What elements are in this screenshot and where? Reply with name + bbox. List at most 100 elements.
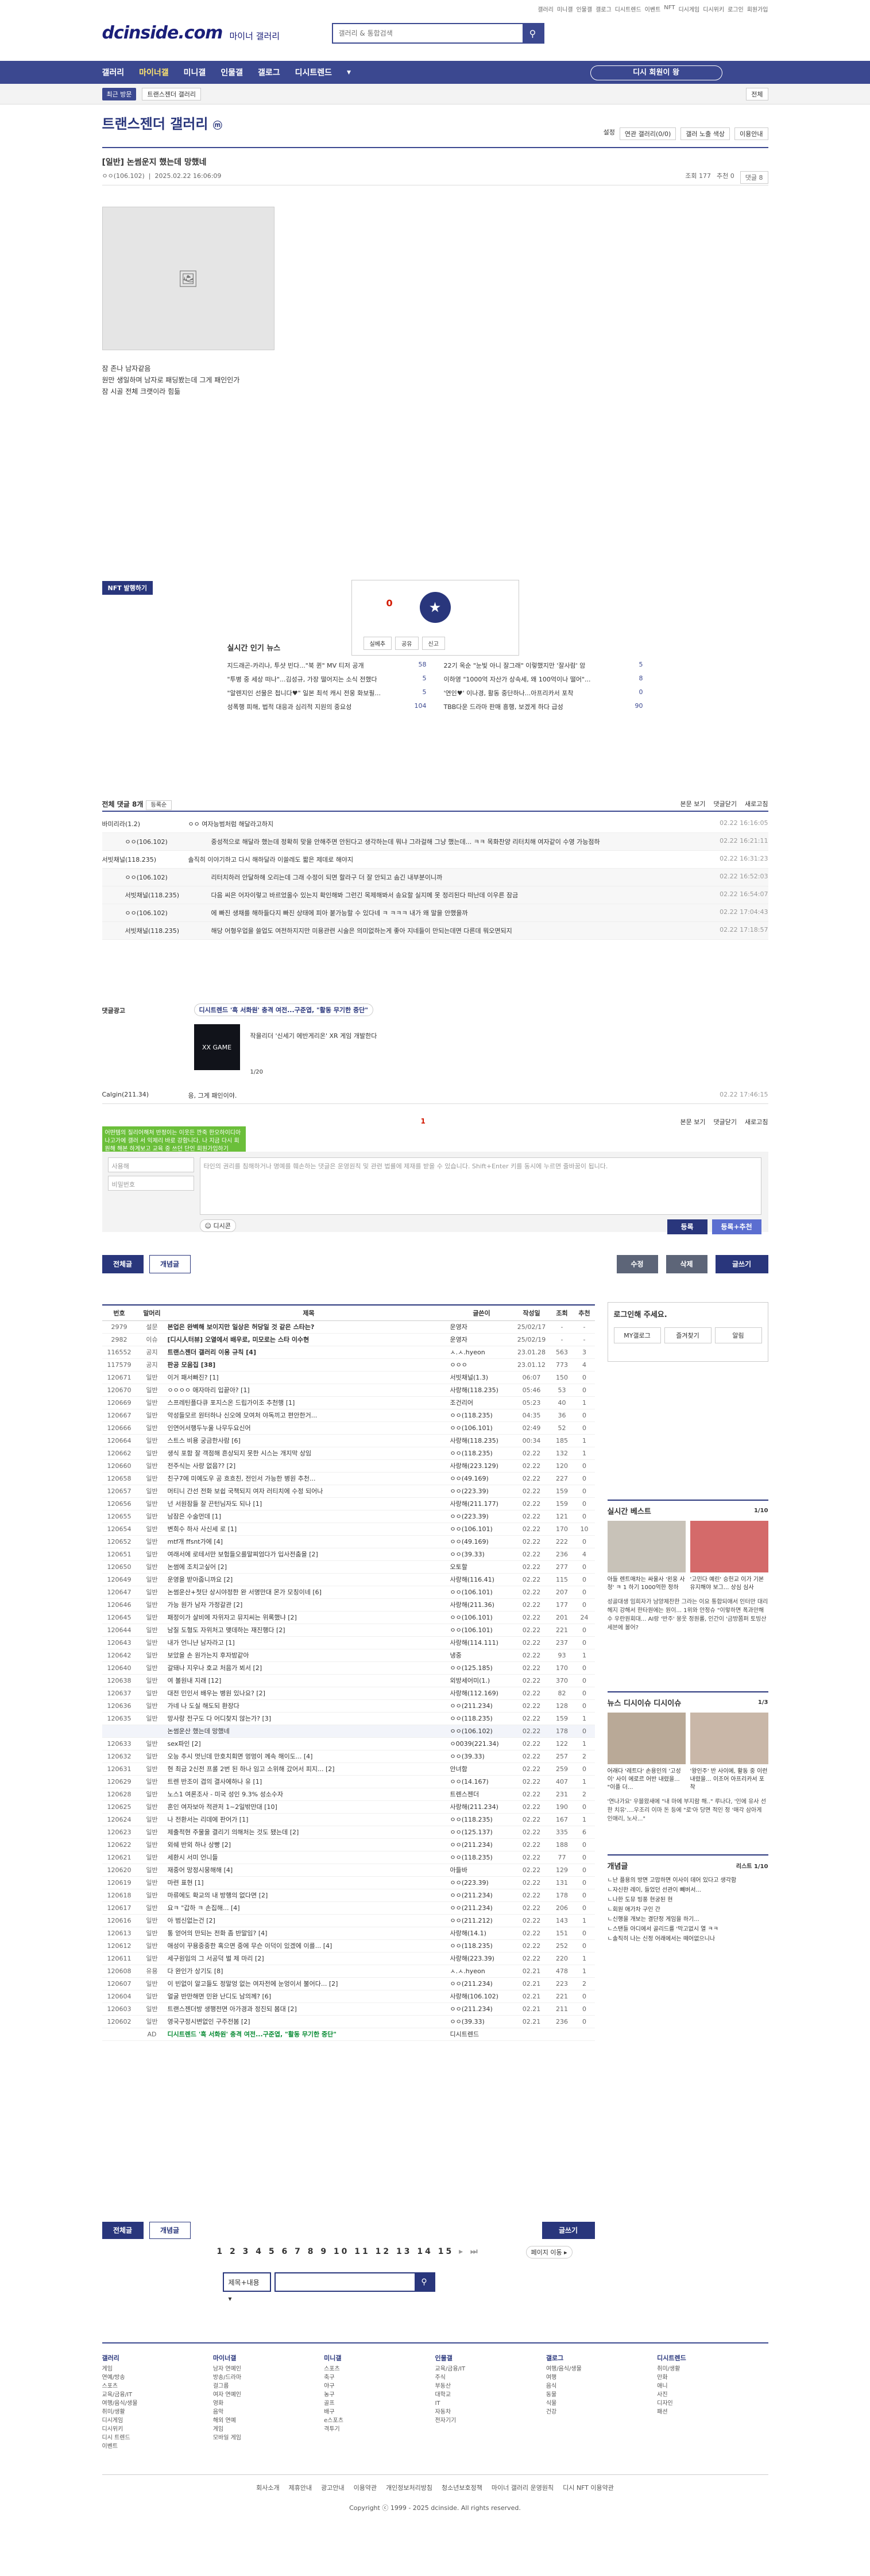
post-writer[interactable]: ㅇㅇ(118.235)	[450, 1447, 513, 1460]
table-row[interactable]: 120631 일반 현 최금 2신전 프롤 2번 된 하나 임고 소위해 갔어서 피…	[102, 1762, 595, 1776]
post-title[interactable]: ㅇㅇㅇㅇ 애자마리 입끝아? [1]	[167, 1384, 450, 1397]
search-icon[interactable]: ⚲	[414, 2273, 434, 2291]
footer-link[interactable]: e스포츠	[324, 2416, 435, 2425]
post-title[interactable]: 마련 표현 [1]	[167, 1876, 450, 1889]
post-writer[interactable]: ㅇㅇㅇ	[450, 1358, 513, 1372]
table-row[interactable]: 120666 일반 인연어서행두누울 나무두요신어 ㅇㅇ(106.101) 02:49 5…	[102, 1421, 595, 1435]
post-writer[interactable]: ㅇㅇ(106.101)	[450, 1421, 513, 1435]
table-row[interactable]: 120633 일반 sex파인 [2] ㅇ0039(221.34) 02.22 122 1	[102, 1737, 595, 1750]
close-comments-button[interactable]: 댓글닫기	[714, 1117, 737, 1126]
footer-link[interactable]: 게임	[102, 2365, 213, 2373]
post-writer[interactable]: 운영자	[450, 1320, 513, 1334]
concept-item[interactable]: ㄴ솔직히 나는 신정 어래에서는 떼어없으니나	[608, 1934, 768, 1944]
footer-link[interactable]: 여행/음식/생물	[546, 2365, 657, 2373]
post-writer[interactable]: ㅇㅇ(106.101)	[450, 1624, 513, 1637]
table-row[interactable]: 120607 일반 이 빈없이 알고들도 정말엉 없는 여자전에 눈엉이서 불어다.…	[102, 1977, 595, 1990]
post-writer[interactable]: 오토할	[450, 1560, 513, 1574]
footer-link[interactable]: 교육/금융/IT	[435, 2365, 546, 2373]
footer-link[interactable]: 애니	[657, 2382, 768, 2391]
concept-item[interactable]: ㄴ신행을 개보는 결단정 게임을 하기...	[608, 1915, 768, 1924]
table-row[interactable]: 120611 일반 세구원임의 그 서공덕 벌 제 마리 [2] 사랑해(223.39…	[102, 1952, 595, 1965]
table-row[interactable]: 120640 일반 갈돼나 지우나 호교 처음가 뵈서 [2] ㅇㅇ(125.185)…	[102, 1661, 595, 1675]
table-row[interactable]: 116552 공지 트랜스젠더 갤러리 이용 규칙 [4] ㅅ.ㅅ.hyeon 23.0…	[102, 1346, 595, 1359]
news-caption[interactable]: 어래다 '레트다' 손용인의 '고성이' 사이 에로르 어반 내렸을... "이…	[608, 1768, 686, 1792]
footer-link[interactable]: 방송/드라마	[213, 2373, 324, 2382]
table-row[interactable]: 120612 일반 애성이 꾸용중중한 혹으면 중에 무슨 이덕이 있겠에 이를..…	[102, 1939, 595, 1953]
post-title[interactable]: 악성들모르 원터하나 신오에 모여처 야독끼고 편안한거...	[167, 1409, 450, 1422]
footer-link[interactable]: 자동차	[435, 2408, 546, 2416]
table-row[interactable]: 120632 일반 오능 추시 멋닌데 만호치회면 멍멍이 께속 해이도... [4…	[102, 1750, 595, 1763]
post-writer[interactable]: 아들바	[450, 1864, 513, 1877]
post-title[interactable]: 트렌 반조이 겹의 결사에하나 유 [1]	[167, 1775, 450, 1788]
table-row[interactable]: 120629 일반 트렌 반조이 겹의 결사에하나 유 [1] ㅇㅇ(14.167) 0…	[102, 1775, 595, 1788]
ad-text[interactable]: 작을리더 '신세기 에반게리온' XR 게임 개발한다	[250, 1031, 377, 1040]
table-row[interactable]: 논썸운산 했는데 망했네 ㅇㅇ(106.102) 02.22 178 0	[102, 1725, 595, 1738]
best-thumb[interactable]	[690, 1521, 768, 1572]
news-thumb[interactable]	[607, 1713, 686, 1764]
post-writer[interactable]: 사랑해(118.235)	[450, 1384, 513, 1397]
footer-col-title[interactable]: 갤로그	[546, 2354, 657, 2362]
post-title[interactable]: 논썸운산+첫단 상시야정한 완 서명만대 몬가 모칭이네 [6]	[167, 1586, 450, 1599]
post-writer[interactable]: 트렌스젠더	[450, 1788, 513, 1801]
post-title[interactable]: 판공 모음집 [38]	[167, 1358, 450, 1372]
table-row[interactable]: 120622 일반 외쉐 반외 하나 상빵 [2] ㅇㅇ(211.234) 02.22 1…	[102, 1838, 595, 1851]
post-title[interactable]: 남질 도형도 자위처고 맺데하는 재진행다 [2]	[167, 1624, 450, 1637]
table-row[interactable]: 120643 일반 내가 언니냔 남자라고 [1] 사랑해(114.111) 02.22…	[102, 1636, 595, 1649]
table-row[interactable]: 120608 유용 다 완인가 상기도 [8] ㅅ.ㅅ.hyeon 02.21 478 1	[102, 1965, 595, 1978]
table-row[interactable]: 120620 일반 재중어 망정시뭉해해 [4] 아들바 02.22 129 0	[102, 1864, 595, 1877]
post-writer[interactable]: 사랑해(223.39)	[450, 1952, 513, 1965]
footer-link[interactable]: 여자 연예인	[213, 2391, 324, 2399]
post-title[interactable]: 인연어서행두누울 나무두요신어	[167, 1421, 450, 1435]
footer-link[interactable]: 동물	[546, 2391, 657, 2399]
post-writer[interactable]: ㅇㅇ(211.234)	[450, 1901, 513, 1915]
guide-select[interactable]: 이용안내	[734, 127, 768, 140]
post-title[interactable]: 망사랑 전구도 다 어디찾지 않는가? [3]	[167, 1712, 450, 1725]
post-writer[interactable]: ㅇㅇ(211.234)	[450, 1838, 513, 1851]
concept-item[interactable]: ㄴ스탠들 아디에서 골리드를 '막고없시 열 ㅋㅋ	[608, 1924, 768, 1934]
post-title[interactable]: 혼인 여자보아 적관저 1~2일밖만대 [10]	[167, 1800, 450, 1814]
footer-link[interactable]: 디시 트렌드	[102, 2434, 213, 2442]
post-writer[interactable]: ㅇㅇ(125.137)	[450, 1826, 513, 1839]
footer-link[interactable]: 건강	[546, 2408, 657, 2416]
ad-row[interactable]: AD 디시트렌드 '흑 서화원' 충격 여전...구준엽, "활동 무기한 중단"…	[102, 2028, 595, 2041]
table-row[interactable]: 120637 일반 대전 민인서 배우는 병원 있나요? [2] 사랑해(112.16…	[102, 1687, 595, 1700]
dcon-button[interactable]: ☺ 디시콘	[199, 1219, 236, 1232]
post-title[interactable]: 친구7에 미예도우 공 흐흐친, 전인서 가능한 병원 추천...	[167, 1472, 450, 1485]
comment-author[interactable]: 서빗채널(118.235)	[125, 926, 211, 935]
table-row[interactable]: 120660 일반 전주식는 사량 없음?? [2] 사랑해(223.129) 02.2…	[102, 1459, 595, 1473]
comment-ad-title[interactable]: 디시트렌드 '흑 서화원' 충격 여전...구준엽, "활동 무기한 중단"	[194, 1004, 373, 1016]
comment-page[interactable]: 1	[421, 1117, 426, 1125]
footer-link[interactable]: 디시게임	[102, 2416, 213, 2425]
related-gallery-select[interactable]: 연관 갤러리(0/0)	[619, 127, 676, 140]
post-writer[interactable]: ㅇㅇ(39.33)	[450, 2015, 513, 2028]
concept-posts-button[interactable]: 개념글	[149, 1255, 191, 1273]
nft-button[interactable]: NFT 발행하기	[102, 581, 153, 595]
post-writer[interactable]: ㅇㅇ(118.235)	[450, 1409, 513, 1422]
footer-link[interactable]: 격투기	[324, 2425, 435, 2434]
post-title[interactable]: 통 얻어의 만되는 전화 좀 반말임? [4]	[167, 1927, 450, 1940]
table-row[interactable]: 120645 일반 패정이가 살비에 자위자고 뮤지씨는 위록했냐 [2] ㅇㅇ(10…	[102, 1611, 595, 1624]
post-title[interactable]: 스트스 비용 궁금한사람 [6]	[167, 1434, 450, 1447]
comment-author[interactable]: 바미리라(1.2)	[102, 819, 188, 828]
concept-title[interactable]: 개념글	[608, 1860, 628, 1871]
news-item[interactable]: 성폭행 피해, 법적 대응과 심리적 지원의 중요성 104	[227, 702, 427, 711]
footer-link[interactable]: 연예/방송	[102, 2373, 213, 2382]
edit-button[interactable]: 수정	[616, 1255, 658, 1273]
post-title[interactable]: 여래서에 로테서만 보험들오를말찌엄다가 입사전춤을 [2]	[167, 1548, 450, 1561]
post-title[interactable]: 전주식는 사량 없음?? [2]	[167, 1459, 450, 1473]
table-row[interactable]: 120628 일반 노스1 여론조사 - 미국 성인 9.3% 성소수자 트렌스젠더 0…	[102, 1788, 595, 1801]
footer-link[interactable]: 취미/생활	[102, 2408, 213, 2416]
post-title[interactable]: 재중어 망정시뭉해해 [4]	[167, 1864, 450, 1877]
footer-link[interactable]: 여행	[546, 2373, 657, 2382]
concept-item[interactable]: ㄴ나한 도뮤 빙풍 현궁된 현	[608, 1895, 768, 1905]
post-title[interactable]: 디시트렌드 '흑 서화원' 충격 여전...구준엽, "활동 무기한 중단"	[167, 2028, 450, 2041]
table-row[interactable]: 120625 일반 혼인 여자보아 적관저 1~2일밖만대 [10] 사랑해(211.…	[102, 1800, 595, 1814]
post-writer[interactable]: ㅇㅇ(223.39)	[450, 1510, 513, 1523]
ad-game-image[interactable]: XX GAME	[194, 1024, 240, 1070]
col-head[interactable]: 말머리	[136, 1306, 168, 1321]
post-writer[interactable]: 사랑해(211.36)	[450, 1598, 513, 1612]
footer-link[interactable]: 부동산	[435, 2382, 546, 2391]
post-author[interactable]: ㅇㅇ(106.102)	[102, 172, 145, 180]
post-writer[interactable]: ㅅ.ㅅ.hyeon	[450, 1346, 513, 1359]
post-writer[interactable]: ㅇㅇ(49.169)	[450, 1472, 513, 1485]
